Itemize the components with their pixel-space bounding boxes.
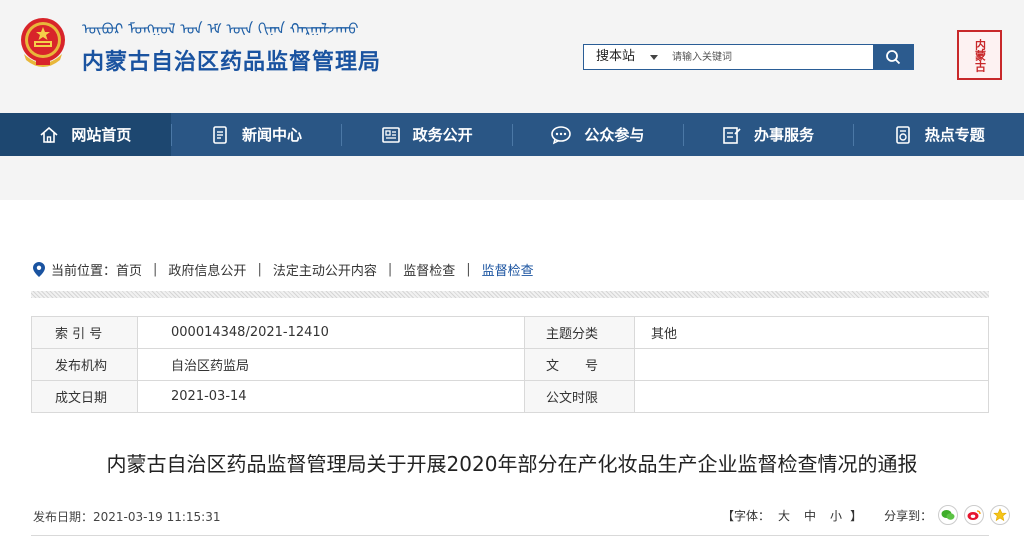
nav-item-news[interactable]: 新闻中心 — [170, 113, 342, 156]
qzone-share-button[interactable] — [990, 505, 1011, 525]
font-medium-button[interactable]: 中 — [804, 507, 816, 524]
doc-number-value — [634, 348, 989, 381]
font-size-close: 】 — [850, 508, 863, 523]
breadcrumb-government-info[interactable]: 政府信息公开 — [168, 260, 246, 279]
index-label: 索 引 号 — [31, 316, 138, 349]
index-value: 000014348/2021-12410 — [137, 316, 525, 349]
search-scope-label: 搜本站 — [596, 49, 636, 64]
wechat-icon — [941, 510, 955, 520]
nav-label: 新闻中心 — [242, 126, 303, 144]
banner-band — [0, 156, 1024, 200]
seal-logo: 内蒙古 — [957, 30, 1002, 80]
search-box: 搜本站 — [583, 44, 914, 70]
article-title: 内蒙古自治区药品监督管理局关于开展2020年部分在产化妆品生产企业监督检查情况的… — [106, 452, 918, 476]
weibo-share-button[interactable] — [964, 505, 985, 525]
publish-date-label: 发布日期： — [33, 510, 94, 524]
publish-date-value: 2021-03-19 11:15:31 — [93, 510, 221, 524]
chat-icon — [551, 125, 572, 144]
topic-value: 其他 — [634, 316, 989, 349]
breadcrumb-prefix: 当前位置： — [51, 263, 117, 279]
table-row: 发布机构 自治区药监局 文 号 — [31, 348, 989, 381]
font-small-button[interactable]: 小 — [830, 507, 842, 524]
main-nav: 网站首页 新闻中心 政务公开 公众参与 办事服务 热点专题 — [0, 113, 1024, 156]
breadcrumb-separator: | — [153, 261, 158, 277]
nav-item-participation[interactable]: 公众参与 — [512, 113, 683, 156]
wechat-share-button[interactable] — [938, 505, 959, 525]
search-input[interactable] — [672, 45, 872, 69]
topic-label: 主题分类 — [524, 316, 635, 349]
national-emblem-icon[interactable] — [16, 14, 70, 72]
nav-label: 办事服务 — [754, 126, 815, 144]
breadcrumb-separator: | — [257, 261, 262, 277]
publisher-value: 自治区药监局 — [137, 348, 525, 381]
nav-label: 公众参与 — [584, 126, 645, 144]
publisher-label: 发布机构 — [31, 348, 138, 381]
nav-label: 网站首页 — [71, 126, 132, 144]
breadcrumb: 当前位置： 首页 | 政府信息公开 | 法定主动公开内容 | 监督检查 | 监督… — [33, 259, 534, 279]
publish-date: 发布日期：2021-03-19 11:15:31 — [33, 508, 220, 525]
caret-down-icon — [650, 55, 658, 60]
hatch-divider — [31, 291, 989, 298]
doc-number-label: 文 号 — [524, 348, 635, 381]
breadcrumb-current[interactable]: 监督检查 — [482, 260, 534, 279]
nav-item-topics[interactable]: 热点专题 — [853, 113, 1024, 156]
service-icon — [723, 126, 741, 144]
topic-icon — [895, 125, 910, 144]
font-large-button[interactable]: 大 — [778, 507, 790, 524]
breadcrumb-statutory[interactable]: 法定主动公开内容 — [273, 260, 377, 279]
created-date-value: 2021-03-14 — [137, 380, 525, 413]
search-icon — [886, 50, 901, 65]
nav-item-service[interactable]: 办事服务 — [682, 113, 854, 156]
government-icon — [381, 126, 400, 143]
share-label: 分享到： — [884, 508, 933, 523]
location-pin-icon — [33, 261, 45, 277]
breadcrumb-home[interactable]: 首页 — [116, 260, 142, 279]
nav-label: 热点专题 — [924, 126, 985, 144]
time-limit-label: 公文时限 — [524, 380, 635, 413]
nav-label: 政务公开 — [412, 126, 473, 144]
nav-item-government[interactable]: 政务公开 — [341, 113, 512, 156]
created-date-label: 成文日期 — [31, 380, 138, 413]
news-icon — [213, 125, 227, 144]
search-button[interactable] — [873, 45, 913, 69]
breadcrumb-separator: | — [466, 261, 471, 277]
table-row: 成文日期 2021-03-14 公文时限 — [31, 380, 989, 413]
breadcrumb-supervision[interactable]: 监督检查 — [403, 260, 455, 279]
table-row: 索 引 号 000014348/2021-12410 主题分类 其他 — [31, 316, 989, 349]
seal-text: 内蒙古 — [973, 38, 987, 72]
time-limit-value — [634, 380, 989, 413]
star-icon — [993, 508, 1007, 522]
font-size-label: 【字体： — [722, 508, 771, 523]
breadcrumb-separator: | — [387, 261, 393, 277]
document-info-table: 索 引 号 000014348/2021-12410 主题分类 其他 发布机构 … — [31, 316, 989, 413]
site-title[interactable]: 内蒙古自治区药品监督管理局 — [82, 44, 381, 76]
article-tools: 【字体： 大 中 小 】 分享到： — [722, 505, 1011, 525]
article-divider — [31, 535, 989, 536]
mongolian-script-title: ᠥᠪᠥᠷ ᠮᠣᠩᠭᠣᠯ ᠤᠨ ᠡᠮ ᠦᠨ ᠬᠢᠨᠠᠨ ᠬᠠᠷᠭᠠᠯᠵᠠᠬᠤ — [82, 20, 359, 35]
site-header: ᠥᠪᠥᠷ ᠮᠣᠩᠭᠣᠯ ᠤᠨ ᠡᠮ ᠦᠨ ᠬᠢᠨᠠᠨ ᠬᠠᠷᠭᠠᠯᠵᠠᠬᠤ 内蒙… — [0, 0, 1024, 113]
weibo-icon — [967, 510, 981, 520]
home-icon — [40, 126, 58, 143]
search-scope-select[interactable]: 搜本站 — [584, 45, 664, 69]
nav-item-home[interactable]: 网站首页 — [0, 113, 171, 156]
